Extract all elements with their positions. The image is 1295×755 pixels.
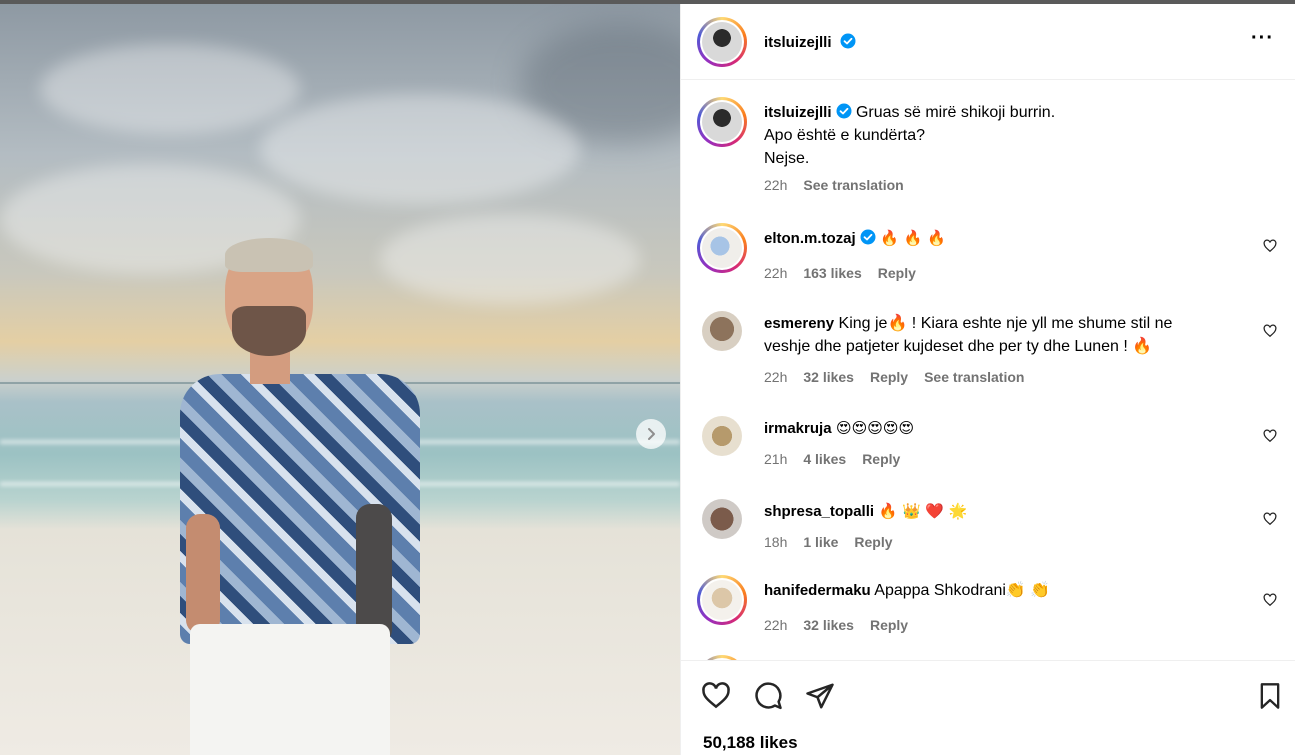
caption-line: Gruas së mirë shikoji burrin. [855,104,1056,121]
chevron-right-icon [648,428,655,440]
avatar-image [702,499,742,539]
cloud [260,94,580,204]
comment-meta: 22h 32 likes Reply See translation [764,369,1024,385]
author-name-row: itsluizejlli [764,33,856,52]
commenter-username[interactable]: esmereny [764,315,834,332]
reply-button[interactable]: Reply [870,617,908,633]
commenter-username[interactable]: irmakruja [764,420,832,437]
post-actions-bar: 50,188 likes [681,660,1295,755]
post-likes-count[interactable]: 50,188 likes [703,733,798,753]
comment-meta: 18h 1 like Reply [764,534,893,550]
reply-button[interactable]: Reply [878,265,916,281]
comment-time[interactable]: 22h [764,265,787,281]
avatar-image [702,22,742,62]
comments-list[interactable]: itsluizejlli Gruas së mirë shikoji burri… [681,81,1295,661]
comment: hanifedermaku Apappa Shkodrani👏 👏 22h 32… [697,575,1277,645]
caption: itsluizejlli Gruas së mirë shikoji burri… [697,97,1277,207]
caption-username[interactable]: itsluizejlli [764,104,832,121]
arm [186,514,220,634]
commenter-username[interactable]: elton.m.tozaj [764,230,856,247]
avatar-image [702,102,742,142]
like-comment-heart-icon[interactable] [1263,324,1277,338]
comment-body: elton.m.tozaj 🔥 🔥 🔥 [764,227,1214,250]
comment-text: 😍😍😍😍😍 [836,419,915,437]
comment-likes[interactable]: 32 likes [803,369,854,385]
comment: irmakruja 😍😍😍😍😍 21h 4 likes Reply [697,413,1277,483]
beard [232,306,306,356]
caption-time[interactable]: 22h [764,177,787,193]
comment-time[interactable]: 18h [764,534,787,550]
more-options-icon[interactable]: ··· [1251,28,1274,48]
comment-time[interactable]: 22h [764,617,787,633]
tattooed-arm [356,504,392,644]
bookmark-icon[interactable] [1256,681,1284,711]
shorts [190,624,390,755]
see-translation-link[interactable]: See translation [924,369,1024,385]
comment-likes[interactable]: 32 likes [803,617,854,633]
comment-time[interactable]: 21h [764,451,787,467]
avatar-image [702,416,742,456]
caption-meta: 22h See translation [764,177,904,193]
action-icons [701,681,835,711]
commenter-avatar[interactable] [697,223,747,273]
comment-body: irmakruja 😍😍😍😍😍 [764,417,1214,440]
heart-icon[interactable] [701,681,731,711]
author-avatar[interactable] [697,17,747,67]
comment-meta: 22h 163 likes Reply [764,265,916,281]
comment-likes[interactable]: 163 likes [803,265,861,281]
avatar-image [702,580,742,620]
next-photo-button[interactable] [636,419,666,449]
comment-body: shpresa_topalli 🔥 👑 ❤️ 🌟 [764,500,1214,523]
commenter-username[interactable]: shpresa_topalli [764,503,874,520]
comment-text: Apappa Shkodrani👏 👏 [874,582,1051,599]
like-comment-heart-icon[interactable] [1263,429,1277,443]
author-username[interactable]: itsluizejlli [764,34,832,51]
reply-button[interactable]: Reply [854,534,892,550]
post-photo[interactable] [0,4,680,755]
reply-button[interactable]: Reply [870,369,908,385]
comment-time[interactable]: 22h [764,369,787,385]
verified-badge-icon [836,103,852,119]
comment: elton.m.tozaj 🔥 🔥 🔥 22h 163 likes Reply [697,223,1277,293]
comment: shpresa_topalli 🔥 👑 ❤️ 🌟 18h 1 like Repl… [697,496,1277,566]
verified-badge-icon [840,33,856,49]
post-header: itsluizejlli ··· [681,4,1295,80]
reply-button[interactable]: Reply [862,451,900,467]
comment-meta: 21h 4 likes Reply [764,451,900,467]
like-comment-heart-icon[interactable] [1263,593,1277,607]
comment: esmereny King je🔥 ! Kiara eshte nje yll … [697,308,1277,403]
hair [225,238,313,272]
commenter-avatar[interactable] [697,575,747,625]
comment-body: esmereny King je🔥 ! Kiara eshte nje yll … [764,312,1214,358]
comment-icon[interactable] [753,681,783,711]
comment-meta: 22h 32 likes Reply [764,617,908,633]
avatar-image [702,228,742,268]
comment-text: 🔥 👑 ❤️ 🌟 [878,502,968,520]
person [170,234,430,755]
commenter-username[interactable]: hanifedermaku [764,582,871,599]
comment-body: hanifedermaku Apappa Shkodrani👏 👏 [764,579,1214,602]
avatar-image [702,311,742,351]
post-details-panel: itsluizejlli ··· itsluizejlli Gruas së m… [680,4,1295,755]
comment-likes[interactable]: 1 like [803,534,838,550]
comment-text: 🔥 🔥 🔥 [880,229,946,247]
caption-text: itsluizejlli Gruas së mirë shikoji burri… [764,101,1214,170]
verified-badge-icon [860,229,876,245]
author-avatar[interactable] [697,97,747,147]
cloud [40,44,300,134]
comment-likes[interactable]: 4 likes [803,451,846,467]
caption-line: Apo është e kundërta? [764,127,926,144]
like-comment-heart-icon[interactable] [1263,512,1277,526]
caption-line: Nejse. [764,150,810,167]
see-translation-link[interactable]: See translation [803,177,903,193]
like-comment-heart-icon[interactable] [1263,239,1277,253]
share-icon[interactable] [805,681,835,711]
